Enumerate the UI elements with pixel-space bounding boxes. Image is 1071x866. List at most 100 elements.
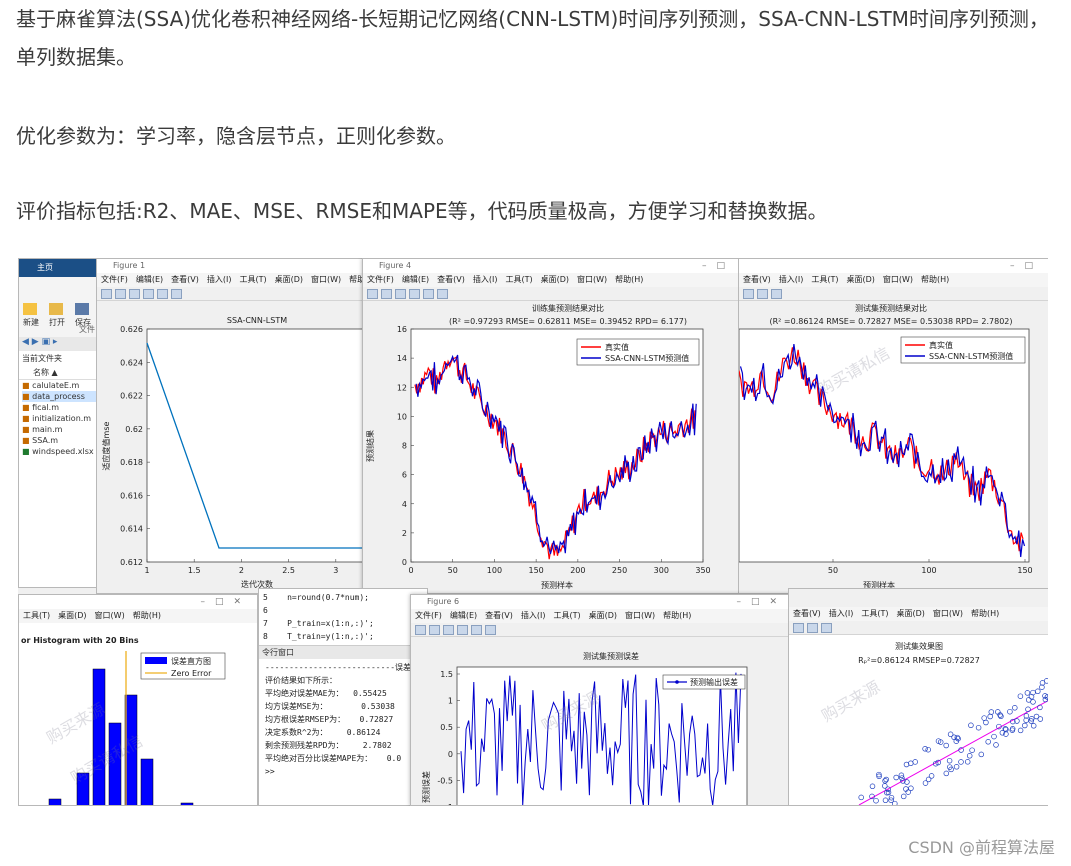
menu-help[interactable]: 帮助(H) (615, 275, 643, 284)
menu-insert[interactable]: 插入(I) (521, 611, 546, 620)
print-icon[interactable] (409, 288, 420, 299)
file-item[interactable]: ■ calulateE.m (22, 380, 99, 391)
menu-file[interactable]: 文件(F) (415, 611, 442, 620)
zoom-icon[interactable] (157, 288, 168, 299)
pointer-icon[interactable] (171, 288, 182, 299)
output-line: 平均绝对百分比误差MAPE为： 0.0 (265, 754, 402, 763)
menu-view[interactable]: 查看(V) (743, 275, 771, 284)
menu-tools[interactable]: 工具(T) (239, 275, 266, 284)
output-line: 平均绝对误差MAE为： 0.55425 (265, 689, 387, 698)
y-tick-label: 1 (448, 697, 453, 706)
menu-edit[interactable]: 编辑(E) (402, 275, 429, 284)
new-figure-icon[interactable] (367, 288, 378, 299)
x-tick-label: 2.5 (282, 566, 295, 575)
print-icon[interactable] (457, 624, 468, 635)
window-controls[interactable]: –□✕ (736, 595, 787, 609)
menu-edit[interactable]: 编辑(E) (136, 275, 163, 284)
x-tick-label: 150 (1017, 566, 1032, 575)
menu-view[interactable]: 查看(V) (485, 611, 513, 620)
window-controls[interactable]: –□ (702, 259, 735, 273)
file-item[interactable]: ■ windspeed.xlsx (22, 446, 99, 457)
open-button[interactable]: 打开 (49, 303, 65, 328)
menu-view[interactable]: 查看(V) (793, 609, 821, 618)
zoom-icon[interactable] (743, 288, 754, 299)
menu-desktop[interactable]: 桌面(D) (896, 609, 924, 618)
window-controls[interactable]: –□✕ (200, 595, 251, 609)
menu-tools[interactable]: 工具(T) (553, 611, 580, 620)
menu-help[interactable]: 帮助(H) (921, 275, 949, 284)
file-item[interactable]: ■ initialization.m (22, 413, 99, 424)
menu-file[interactable]: 文件(F) (367, 275, 394, 284)
zoom-icon[interactable] (471, 624, 482, 635)
menu-help[interactable]: 帮助(H) (663, 611, 691, 620)
file-name: SSA.m (32, 436, 59, 445)
file-item[interactable]: ■ data_process (22, 391, 99, 402)
pointer-icon[interactable] (437, 288, 448, 299)
menu-insert[interactable]: 插入(I) (779, 275, 804, 284)
file-item[interactable]: ■ fical.m (22, 402, 99, 413)
home-tab[interactable]: 主页 (19, 259, 99, 277)
print-icon[interactable] (143, 288, 154, 299)
menu-desktop[interactable]: 桌面(D) (846, 275, 874, 284)
window-controls[interactable]: –□ (1010, 259, 1043, 273)
menu-view[interactable]: 查看(V) (437, 275, 465, 284)
file-item[interactable]: ■ main.m (22, 424, 99, 435)
menu-desktop[interactable]: 桌面(D) (541, 275, 569, 284)
x-axis-label: 预测样本 (541, 580, 573, 590)
test-comparison-window: –□ 查看(V) 插入(I) 工具(T) 桌面(D) 窗口(W) 帮助(H) 测试集预测结… (738, 258, 1048, 594)
menu-desktop[interactable]: 桌面(D) (589, 611, 617, 620)
menu-window[interactable]: 窗口(W) (95, 611, 125, 620)
menu-window[interactable]: 窗口(W) (311, 275, 341, 284)
menu-help[interactable]: 帮助(H) (133, 611, 161, 620)
pointer-icon[interactable] (771, 288, 782, 299)
menu-insert[interactable]: 插入(I) (473, 275, 498, 284)
save-icon[interactable] (129, 288, 140, 299)
code-line: 5 n=round(0.7*num); (263, 593, 369, 602)
open-icon[interactable] (381, 288, 392, 299)
save-icon[interactable] (443, 624, 454, 635)
menu-tools[interactable]: 工具(T) (861, 609, 888, 618)
new-figure-icon[interactable] (101, 288, 112, 299)
zoom-icon[interactable] (793, 622, 804, 633)
pointer-icon[interactable] (485, 624, 496, 635)
menu-edit[interactable]: 编辑(E) (450, 611, 477, 620)
menu-desktop[interactable]: 桌面(D) (275, 275, 303, 284)
x-tick-label: 50 (448, 566, 458, 575)
menu-desktop[interactable]: 桌面(D) (58, 611, 86, 620)
menu-file[interactable]: 文件(F) (101, 275, 128, 284)
pan-icon[interactable] (757, 288, 768, 299)
zoom-icon[interactable] (423, 288, 434, 299)
menu-window[interactable]: 窗口(W) (933, 609, 963, 618)
menu-insert[interactable]: 插入(I) (829, 609, 854, 618)
open-icon[interactable] (115, 288, 126, 299)
window-title: Figure 6 (427, 597, 460, 606)
file-item[interactable]: ■ SSA.m (22, 435, 99, 446)
command-output[interactable]: ---------------------------误差计算 评价结果如下所示… (259, 659, 427, 780)
command-prompt[interactable]: >> (265, 765, 421, 778)
menu-window[interactable]: 窗口(W) (625, 611, 655, 620)
nav-arrows[interactable]: ◀ ▶ ▣ ▸ (19, 337, 99, 351)
new-button[interactable]: 新建 (23, 303, 39, 328)
save-icon[interactable] (395, 288, 406, 299)
output-line: 评价结果如下所示： (265, 676, 337, 685)
menu-tools[interactable]: 工具(T) (811, 275, 838, 284)
menu-tools[interactable]: 工具(T) (23, 611, 50, 620)
menu-help[interactable]: 帮助(H) (971, 609, 999, 618)
menu-insert[interactable]: 插入(I) (207, 275, 232, 284)
test-comparison-menubar: 查看(V) 插入(I) 工具(T) 桌面(D) 窗口(W) 帮助(H) (739, 273, 1048, 287)
x-tick-label: 3 (333, 566, 338, 575)
plot-title: SSA-CNN-LSTM (227, 316, 287, 325)
pan-icon[interactable] (807, 622, 818, 633)
menu-window[interactable]: 窗口(W) (577, 275, 607, 284)
x-tick-label: 100 (487, 566, 502, 575)
plot-metrics: (R² =0.86124 RMSE= 0.72827 MSE= 0.53038 … (769, 317, 1012, 326)
menu-view[interactable]: 查看(V) (171, 275, 199, 284)
menu-window[interactable]: 窗口(W) (883, 275, 913, 284)
open-icon[interactable] (429, 624, 440, 635)
save-icon (75, 303, 89, 315)
name-column-header[interactable]: 名称 ▲ (19, 366, 99, 380)
menu-tools[interactable]: 工具(T) (505, 275, 532, 284)
pointer-icon[interactable] (821, 622, 832, 633)
new-figure-icon[interactable] (415, 624, 426, 635)
train-prediction-plot: 训练集预测结果对比 (R² =0.97293 RMSE= 0.62811 MSE… (365, 303, 711, 590)
